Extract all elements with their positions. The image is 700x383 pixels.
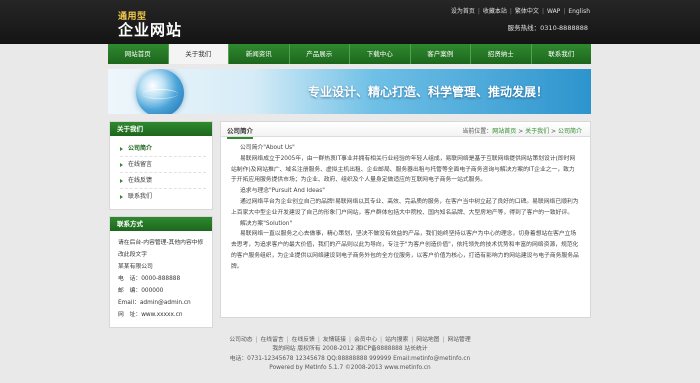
- footer-link-sitemap[interactable]: 网站地图: [416, 337, 439, 343]
- separator: |: [380, 337, 383, 343]
- service-phone: 服务热线：0310-8888888: [507, 24, 588, 32]
- content-title: 公司简介: [227, 125, 253, 139]
- breadcrumb-about[interactable]: 关于我们: [525, 128, 549, 135]
- separator: |: [477, 8, 480, 15]
- contact-company: 某某有限公司: [118, 264, 153, 270]
- sidebar-item-message[interactable]: 在线留言: [120, 157, 206, 173]
- nav-item-jobs[interactable]: 招贤纳士: [471, 44, 532, 64]
- sidebar-menu-box: 关于我们 公司简介 在线留言 在线反馈 联系我们: [109, 121, 213, 210]
- nav-item-cases[interactable]: 客户案例: [411, 44, 471, 64]
- breadcrumb: 当前位置：网站首页 > 关于我们 > 公司简介: [462, 126, 582, 135]
- breadcrumb-separator: >: [516, 128, 526, 135]
- nav-item-about[interactable]: 关于我们: [168, 44, 229, 64]
- nav-item-products[interactable]: 产品展示: [290, 44, 350, 64]
- footer-link-feedback[interactable]: 在线反馈: [292, 337, 315, 343]
- section-heading: 追求与理念"Pursuit And Ideas": [240, 188, 325, 195]
- nav-item-news[interactable]: 新闻资讯: [229, 44, 290, 64]
- breadcrumb-current[interactable]: 公司简介: [558, 128, 582, 135]
- separator: |: [563, 8, 566, 15]
- sidebar-title: 关于我们: [110, 122, 212, 136]
- footer: 公司动态 | 在线留言 | 在线反馈 | 友情链接 | 会员中心 | 站内搜索 | 网站地图 | 网站管理 …: [0, 336, 700, 374]
- traditional-chinese-link[interactable]: 繁体中文: [515, 8, 539, 15]
- contact-line: 请在后台-内容管理-其他内容中修: [118, 240, 204, 246]
- separator: |: [509, 8, 512, 15]
- sidebar-item-feedback[interactable]: 在线反馈: [120, 173, 206, 189]
- footer-link-news[interactable]: 公司动态: [229, 337, 252, 343]
- footer-copyright: 我的网站 版权所有 2008-2012 湘ICP备8888888 站长统计: [272, 346, 428, 353]
- separator: |: [442, 337, 445, 343]
- breadcrumb-separator: >: [549, 128, 558, 135]
- separator: |: [317, 337, 320, 343]
- breadcrumb-prefix: 当前位置：: [462, 128, 493, 135]
- contact-email[interactable]: Email：admin@admin.cn: [118, 297, 206, 309]
- article-paragraph: 通过网络平台为企业创立自己的品牌!易联网络以其专业、高效、完品质的服务，在客户当…: [231, 198, 579, 216]
- separator: |: [286, 337, 289, 343]
- contact-postcode: 邮 编：000000: [118, 288, 164, 294]
- wap-link[interactable]: WAP: [547, 8, 560, 15]
- nav-item-home[interactable]: 网站首页: [108, 44, 169, 64]
- footer-contact: 电话：0731-12345678 12345678 QQ:88888888 99…: [229, 355, 471, 362]
- sidebar-item-contact[interactable]: 联系我们: [120, 189, 206, 205]
- article-paragraph: 易联网络成立于2005年，由一群热衷IT事业并拥有相关行业经验的年轻人组成，易联…: [231, 155, 576, 184]
- footer-link-search[interactable]: 站内搜索: [385, 337, 408, 343]
- banner-slogan: 专业设计、精心打造、科学管理、推动发展！: [308, 85, 549, 99]
- sidebar-item-company-profile[interactable]: 公司简介: [120, 141, 206, 157]
- footer-link-message[interactable]: 在线留言: [261, 337, 284, 343]
- main-content-panel: 公司简介 当前位置：网站首页 > 关于我们 > 公司简介 公司简介"About …: [220, 121, 591, 318]
- sidebar: 关于我们 公司简介 在线留言 在线反馈 联系我们 联系方式 请在后台-内容管理-…: [109, 121, 213, 328]
- contact-title: 联系方式: [110, 217, 212, 231]
- separator: |: [255, 337, 258, 343]
- section-heading: 公司简介"About Us": [240, 145, 295, 151]
- set-homepage-link[interactable]: 设为首页: [451, 8, 475, 15]
- logo-title[interactable]: 企业网站: [118, 19, 182, 40]
- breadcrumb-home[interactable]: 网站首页: [492, 128, 516, 135]
- contact-line: 改此段文字: [118, 252, 147, 258]
- banner: 专业设计、精心打造、科学管理、推动发展！: [108, 69, 591, 114]
- nav-item-downloads[interactable]: 下载中心: [350, 44, 411, 64]
- footer-link-friends[interactable]: 友情链接: [323, 337, 346, 343]
- separator: |: [349, 337, 351, 343]
- separator: |: [411, 337, 414, 343]
- content-header: 公司简介 当前位置：网站首页 > 关于我们 > 公司简介: [221, 122, 590, 139]
- contact-website[interactable]: 网 址：www.xxxxx.cn: [118, 309, 206, 321]
- footer-link-member[interactable]: 会员中心: [354, 337, 377, 343]
- globe-icon: [136, 69, 184, 114]
- english-link[interactable]: English: [568, 8, 590, 15]
- footer-links: 公司动态 | 在线留言 | 在线反馈 | 友情链接 | 会员中心 | 站内搜索 | 网站地图 | 网站管理: [0, 336, 700, 345]
- nav-item-contact[interactable]: 联系我们: [532, 44, 592, 64]
- article-paragraph: 易联网络一直以服务之心去做事，精心策划，坚决不做没有效益的产品，我们始终坚持以客…: [231, 231, 579, 270]
- article-body: 公司简介"About Us" 易联网络成立于2005年，由一群热衷IT事业并拥有…: [221, 137, 590, 273]
- section-heading: 解决方案"Solution": [240, 220, 293, 227]
- contact-box: 联系方式 请在后台-内容管理-其他内容中修 改此段文字 某某有限公司 电 话：0…: [109, 216, 213, 328]
- footer-powered-by: Powered by MetInfo 5.1.7 ©2008-2013 www.…: [269, 365, 431, 372]
- contact-phone: 电 话：0000-888888: [118, 276, 181, 282]
- footer-link-admin[interactable]: 网站管理: [447, 337, 470, 343]
- top-links: 设为首页 | 收藏本站 | 繁体中文 | WAP | English: [451, 6, 590, 15]
- separator: |: [541, 8, 544, 15]
- top-header-bar: 通用型 企业网站 设为首页 | 收藏本站 | 繁体中文 | WAP | English 服务热线…: [0, 0, 700, 44]
- contact-body: 请在后台-内容管理-其他内容中修 改此段文字 某某有限公司 电 话：0000-8…: [110, 231, 212, 327]
- main-nav: 网站首页 关于我们 新闻资讯 产品展示 下载中心 客户案例 招贤纳士 联系我们: [108, 44, 591, 64]
- sidebar-menu: 公司简介 在线留言 在线反馈 联系我们: [110, 136, 212, 209]
- bookmark-link[interactable]: 收藏本站: [483, 8, 507, 15]
